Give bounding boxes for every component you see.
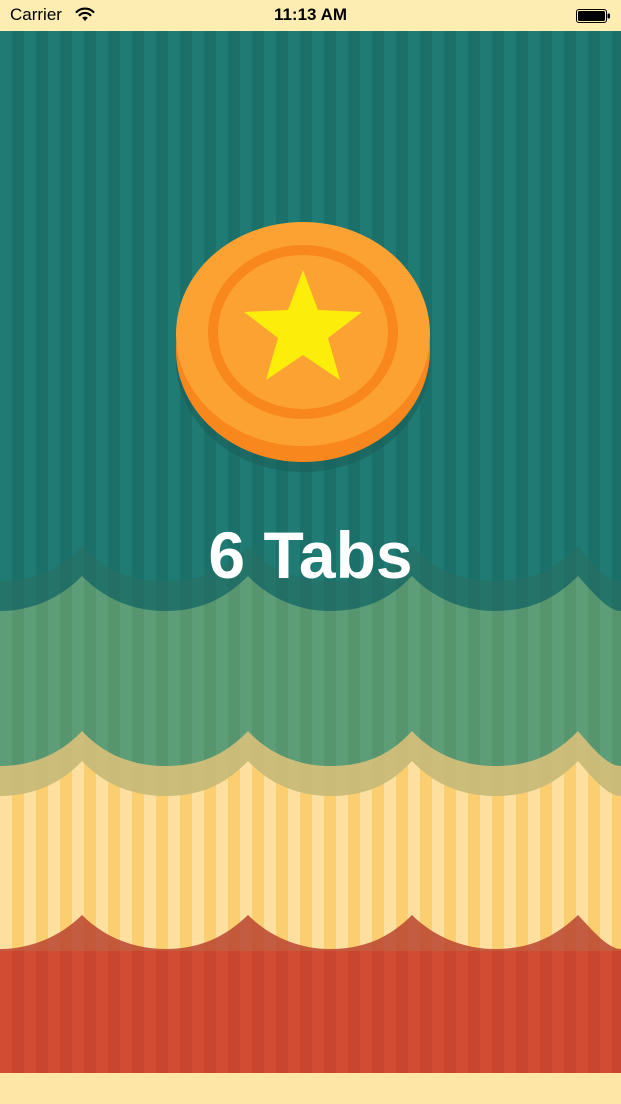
page-title: 6 Tabs — [208, 518, 413, 592]
status-bar: Carrier 11:13 AM — [0, 0, 621, 31]
clock-label: 11:13 AM — [273, 5, 348, 24]
red-band — [0, 951, 621, 1073]
battery-icon — [576, 9, 610, 23]
screen: Carrier 11:13 AM 6 Tabs — [0, 0, 621, 1104]
star-coin-icon — [176, 222, 430, 472]
bottom-strip — [0, 1073, 621, 1104]
